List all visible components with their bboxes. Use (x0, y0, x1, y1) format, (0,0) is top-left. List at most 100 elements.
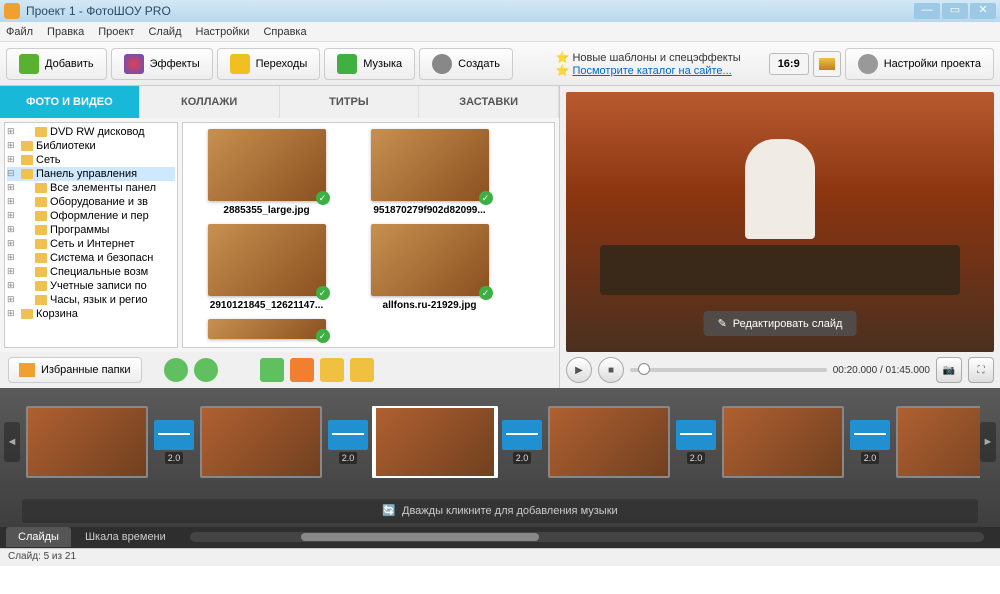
snapshot-button[interactable]: 📷 (936, 357, 962, 383)
thumbnail[interactable] (189, 319, 344, 343)
add-button[interactable]: Добавить (6, 48, 107, 80)
promo-text: ⭐ Новые шаблоны и спецэффекты (556, 51, 741, 64)
folder-up-icon[interactable] (350, 358, 374, 382)
timeline-panel: ◄ ✎ ◄7.02.04✎ ◄7.02.05✎ ◄7.02.06✎ ◄7.02.… (0, 388, 1000, 548)
edit-slide-button[interactable]: ✎ Редактировать слайд (704, 311, 857, 336)
tree-node[interactable]: Все элементы панел (7, 181, 175, 195)
tree-node[interactable]: Сеть (7, 153, 175, 167)
timeline-scrollbar[interactable] (190, 532, 984, 542)
timeline-slide[interactable]: 6✎ ◄7.0 (548, 406, 670, 478)
browser-panel: ФОТО И ВИДЕО КОЛЛАЖИ ТИТРЫ ЗАСТАВКИ DVD … (0, 86, 560, 388)
transitions-button[interactable]: Переходы (217, 48, 321, 80)
project-settings-button[interactable]: Настройки проекта (845, 48, 994, 80)
timeline-slide[interactable]: 4✎ ◄7.0 (200, 406, 322, 478)
thumbnail-name: 2910121845_12621147... (189, 300, 344, 311)
nav-back-icon[interactable] (164, 358, 188, 382)
download-icon[interactable] (260, 358, 284, 382)
music-track[interactable]: 🔄 Дважды кликните для добавления музыки (22, 499, 978, 522)
folder-icon (35, 211, 47, 221)
transition[interactable]: 2.0 (676, 420, 716, 464)
close-button[interactable]: ✕ (970, 3, 996, 19)
transition[interactable]: 2.0 (328, 420, 368, 464)
thumbnail[interactable]: 951870279f902d82099... (352, 129, 507, 216)
folder-icon (35, 225, 47, 235)
music-button[interactable]: Музыка (324, 48, 415, 80)
promo-link[interactable]: ⭐ Посмотрите каталог на сайте... (556, 64, 741, 77)
timeline-slide[interactable]: 5✎ ◄7.0 (374, 406, 496, 478)
tree-node[interactable]: Сеть и Интернет (7, 237, 175, 251)
time-display: 00:20.000 / 01:45.000 (833, 365, 930, 376)
folder-tree[interactable]: DVD RW дисководБиблиотекиСетьПанель упра… (4, 122, 178, 348)
timeline-slide[interactable]: 7✎ ◄7.0 (722, 406, 844, 478)
thumbnail[interactable]: 2885355_large.jpg (189, 129, 344, 216)
timeline-slide[interactable]: 8✎ ◄ (896, 406, 980, 478)
preview-panel: ✎ Редактировать слайд ▶ ■ 00:20.000 / 01… (560, 86, 1000, 388)
tree-node[interactable]: Корзина (7, 307, 175, 321)
thumbnail-name: allfons.ru-21929.jpg (352, 300, 507, 311)
thumbnail[interactable]: allfons.ru-21929.jpg (352, 224, 507, 311)
tree-node[interactable]: Часы, язык и регио (7, 293, 175, 307)
menu-settings[interactable]: Настройки (196, 26, 250, 38)
favorites-button[interactable]: Избранные папки (8, 357, 142, 383)
home-icon[interactable] (290, 358, 314, 382)
folder-icon[interactable] (320, 358, 344, 382)
transition-duration: 2.0 (339, 452, 358, 464)
app-icon (4, 3, 20, 19)
thumbnail-image (371, 224, 489, 296)
folder-icon (35, 127, 47, 137)
transition-icon (154, 420, 194, 450)
timeline-slide[interactable]: ✎ ◄7.0 (26, 406, 148, 478)
aspect-ratio-button[interactable]: 16:9 (769, 53, 809, 75)
menu-edit[interactable]: Правка (47, 26, 84, 38)
menu-bar: Файл Правка Проект Слайд Настройки Справ… (0, 22, 1000, 42)
palette-icon (124, 54, 144, 74)
promo-block: ⭐ Новые шаблоны и спецэффекты ⭐ Посмотри… (556, 51, 741, 77)
tree-node[interactable]: Учетные записи по (7, 279, 175, 293)
nav-forward-icon[interactable] (194, 358, 218, 382)
tab-slides[interactable]: Слайды (6, 527, 71, 547)
tab-photo-video[interactable]: ФОТО И ВИДЕО (0, 86, 140, 118)
play-button[interactable]: ▶ (566, 357, 592, 383)
tree-node[interactable]: Специальные возм (7, 265, 175, 279)
tab-timescale[interactable]: Шкала времени (73, 527, 178, 547)
transition[interactable]: 2.0 (154, 420, 194, 464)
transition[interactable]: 2.0 (850, 420, 890, 464)
thumbnail[interactable]: 2910121845_12621147... (189, 224, 344, 311)
tree-node[interactable]: DVD RW дисковод (7, 125, 175, 139)
gear-icon (858, 54, 878, 74)
transition-icon (850, 420, 890, 450)
fullscreen-button[interactable]: ⛶ (968, 357, 994, 383)
star-icon (230, 54, 250, 74)
tab-titles[interactable]: ТИТРЫ (280, 86, 420, 118)
transition-duration: 2.0 (165, 452, 184, 464)
effects-button[interactable]: Эффекты (111, 48, 213, 80)
tree-node[interactable]: Оборудование и зв (7, 195, 175, 209)
folder-star-icon (19, 363, 35, 377)
tab-collages[interactable]: КОЛЛАЖИ (140, 86, 280, 118)
tree-node[interactable]: Библиотеки (7, 139, 175, 153)
timeline-scroll-right[interactable]: ► (980, 422, 996, 462)
background-button[interactable] (813, 51, 841, 77)
stop-button[interactable]: ■ (598, 357, 624, 383)
tree-node[interactable]: Панель управления (7, 167, 175, 181)
transition[interactable]: 2.0 (502, 420, 542, 464)
tree-node[interactable]: Система и безопасн (7, 251, 175, 265)
transition-duration: 2.0 (861, 452, 880, 464)
create-button[interactable]: Создать (419, 48, 513, 80)
menu-help[interactable]: Справка (263, 26, 306, 38)
seek-slider[interactable] (630, 368, 827, 372)
transition-icon (676, 420, 716, 450)
folder-icon (35, 253, 47, 263)
menu-project[interactable]: Проект (98, 26, 134, 38)
timeline-scroll-left[interactable]: ◄ (4, 422, 20, 462)
preview-image[interactable]: ✎ Редактировать слайд (566, 92, 994, 352)
minimize-button[interactable]: — (914, 3, 940, 19)
tree-node[interactable]: Программы (7, 223, 175, 237)
tree-node[interactable]: Оформление и пер (7, 209, 175, 223)
maximize-button[interactable]: ▭ (942, 3, 968, 19)
menu-slide[interactable]: Слайд (148, 26, 181, 38)
menu-file[interactable]: Файл (6, 26, 33, 38)
folder-icon (35, 183, 47, 193)
plus-icon (19, 54, 39, 74)
tab-intros[interactable]: ЗАСТАВКИ (419, 86, 559, 118)
